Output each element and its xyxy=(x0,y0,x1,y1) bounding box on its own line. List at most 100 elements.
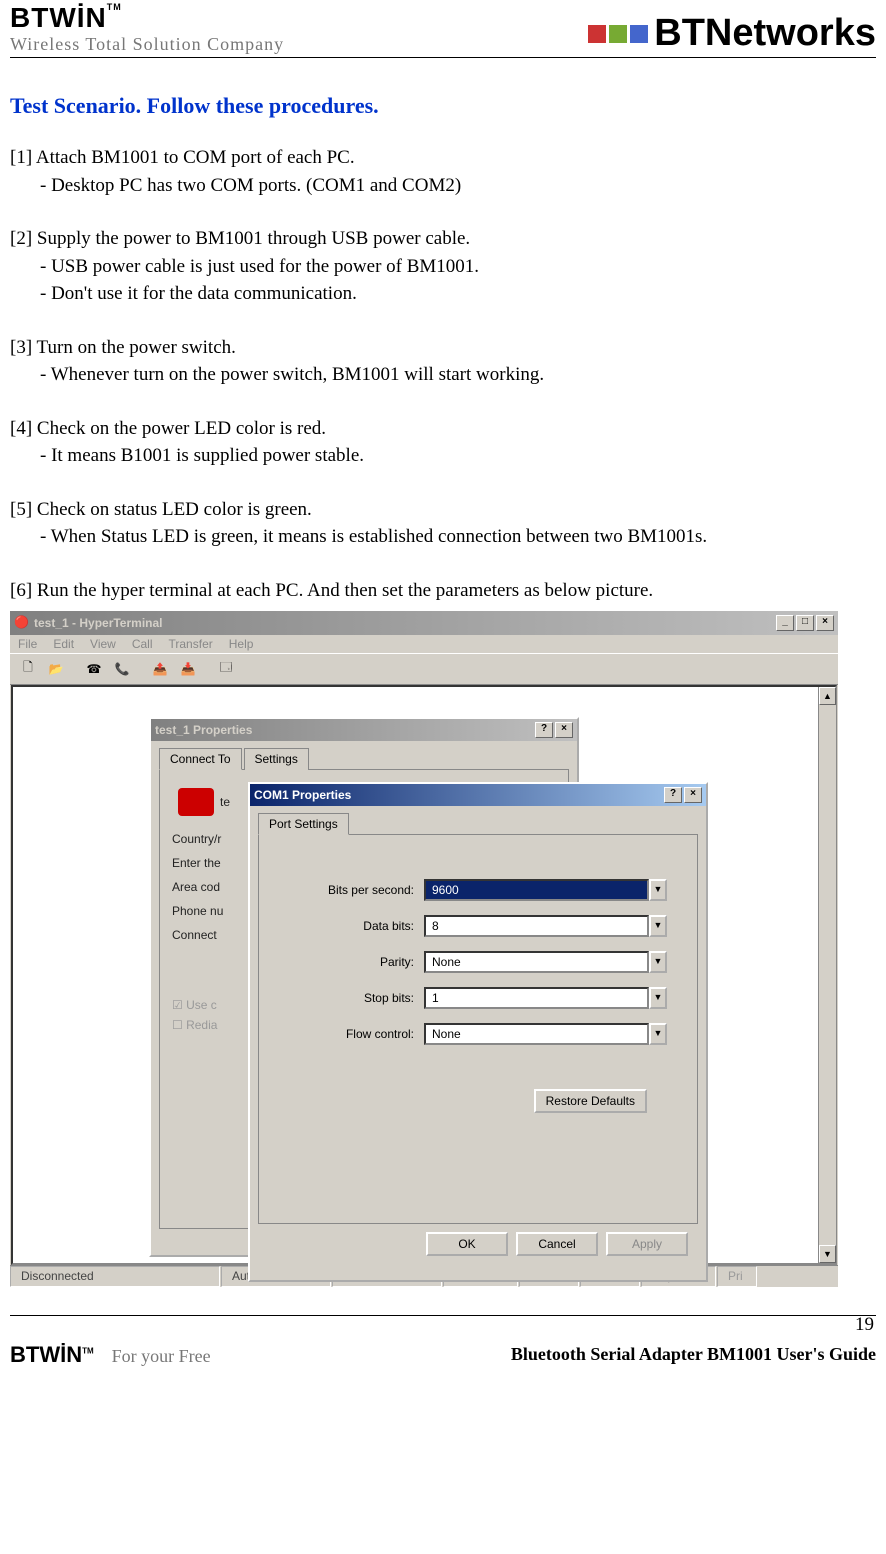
toolbar-hangup-icon[interactable]: 📞 xyxy=(110,658,134,680)
toolbar-new-icon[interactable]: 🗋 xyxy=(16,658,40,680)
menu-edit[interactable]: Edit xyxy=(53,637,74,651)
scroll-down-icon[interactable]: ▼ xyxy=(819,1245,836,1263)
vertical-scrollbar[interactable]: ▲ ▼ xyxy=(818,687,836,1263)
square-red-icon xyxy=(588,25,606,43)
ht-toolbar: 🗋 📂 ☎ 📞 📤 📥 🗔 xyxy=(10,653,838,685)
page-number: 19 xyxy=(10,1314,876,1336)
phone-icon xyxy=(178,788,214,816)
step-2-text: [2] Supply the power to BM1001 through U… xyxy=(10,228,470,249)
com-button-row: OK Cancel Apply xyxy=(258,1224,698,1264)
menu-view[interactable]: View xyxy=(90,637,116,651)
dropdown-stopbits[interactable]: 1 ▼ xyxy=(424,987,667,1009)
props-stub-name: te xyxy=(220,795,230,809)
value-bps: 9600 xyxy=(424,879,649,901)
step-6-text: [6] Run the hyper terminal at each PC. A… xyxy=(10,580,653,601)
step-6: [6] Run the hyper terminal at each PC. A… xyxy=(10,577,876,605)
maximize-button[interactable]: □ xyxy=(796,615,814,631)
status-print: Pri xyxy=(717,1266,757,1287)
chevron-down-icon[interactable]: ▼ xyxy=(649,951,667,973)
ht-titlebar[interactable]: 🔴 test_1 - HyperTerminal _ □ × xyxy=(10,611,838,635)
label-databits: Data bits: xyxy=(289,919,424,933)
step-4: [4] Check on the power LED color is red.… xyxy=(10,415,876,470)
menu-call[interactable]: Call xyxy=(132,637,153,651)
toolbar-open-icon[interactable]: 📂 xyxy=(44,658,68,680)
toolbar-call-icon[interactable]: ☎ xyxy=(82,658,106,680)
label-bps: Bits per second: xyxy=(289,883,424,897)
menu-transfer[interactable]: Transfer xyxy=(169,637,213,651)
com-title: COM1 Properties xyxy=(254,788,664,802)
square-green-icon xyxy=(609,25,627,43)
step-2: [2] Supply the power to BM1001 through U… xyxy=(10,225,876,308)
btwin-logo: BTWİNTM Wireless Total Solution Company xyxy=(10,2,284,55)
props-title: test_1 Properties xyxy=(155,723,535,737)
footer-btwin-logo: BTWİNTM xyxy=(10,1342,94,1368)
step-4-text: [4] Check on the power LED color is red. xyxy=(10,418,326,439)
row-parity: Parity: None ▼ xyxy=(289,951,667,973)
tab-connect-to[interactable]: Connect To xyxy=(159,748,242,770)
menu-file[interactable]: File xyxy=(18,637,37,651)
row-stop-bits: Stop bits: 1 ▼ xyxy=(289,987,667,1009)
com-help-button[interactable]: ? xyxy=(664,787,682,803)
dropdown-bps[interactable]: 9600 ▼ xyxy=(424,879,667,901)
step-2-sub-a: - USB power cable is just used for the p… xyxy=(10,253,876,281)
ht-title: test_1 - HyperTerminal xyxy=(34,616,776,630)
tab-port-settings[interactable]: Port Settings xyxy=(258,813,349,835)
props-help-button[interactable]: ? xyxy=(535,722,553,738)
tab-settings[interactable]: Settings xyxy=(244,748,309,770)
ht-menubar: File Edit View Call Transfer Help xyxy=(10,635,838,653)
chevron-down-icon[interactable]: ▼ xyxy=(649,915,667,937)
dropdown-flow[interactable]: None ▼ xyxy=(424,1023,667,1045)
chevron-down-icon[interactable]: ▼ xyxy=(649,987,667,1009)
step-5-text: [5] Check on status LED color is green. xyxy=(10,499,312,520)
label-stopbits: Stop bits: xyxy=(289,991,424,1005)
page-footer: BTWİNTM For your Free Bluetooth Serial A… xyxy=(10,1342,876,1368)
btwin-wordmark: BTWİNTM xyxy=(10,2,122,34)
btnetworks-wordmark: BTNetworks xyxy=(654,12,876,55)
step-1: [1] Attach BM1001 to COM port of each PC… xyxy=(10,144,876,199)
status-connected: Disconnected xyxy=(10,1266,220,1287)
ht-window-controls: _ □ × xyxy=(776,615,834,631)
toolbar-properties-icon[interactable]: 🗔 xyxy=(214,658,238,680)
close-button[interactable]: × xyxy=(816,615,834,631)
step-2-sub-b: - Don't use it for the data communicatio… xyxy=(10,280,876,308)
ht-app-icon: 🔴 xyxy=(14,615,30,631)
footer-guide-title: Bluetooth Serial Adapter BM1001 User's G… xyxy=(511,1344,876,1365)
header-tagline: Wireless Total Solution Company xyxy=(10,34,284,55)
scroll-up-icon[interactable]: ▲ xyxy=(819,687,836,705)
apply-button[interactable]: Apply xyxy=(606,1232,688,1256)
page-header: BTWİNTM Wireless Total Solution Company … xyxy=(10,2,876,58)
com1-properties-dialog: COM1 Properties ? × Port Settings Bits p… xyxy=(248,782,708,1282)
cancel-button[interactable]: Cancel xyxy=(516,1232,598,1256)
label-flow: Flow control: xyxy=(289,1027,424,1041)
com-titlebar[interactable]: COM1 Properties ? × xyxy=(250,784,706,806)
minimize-button[interactable]: _ xyxy=(776,615,794,631)
dropdown-parity[interactable]: None ▼ xyxy=(424,951,667,973)
toolbar-receive-icon[interactable]: 📥 xyxy=(176,658,200,680)
com-close-button[interactable]: × xyxy=(684,787,702,803)
label-parity: Parity: xyxy=(289,955,424,969)
props-titlebar[interactable]: test_1 Properties ? × xyxy=(151,719,577,741)
footer-tagline: For your Free xyxy=(112,1346,211,1367)
value-stopbits: 1 xyxy=(424,987,649,1009)
row-bits-per-second: Bits per second: 9600 ▼ xyxy=(289,879,667,901)
step-1-text: [1] Attach BM1001 to COM port of each PC… xyxy=(10,147,355,168)
hyperterminal-window: 🔴 test_1 - HyperTerminal _ □ × File Edit… xyxy=(10,611,838,1287)
restore-defaults-button[interactable]: Restore Defaults xyxy=(534,1089,647,1113)
dropdown-databits[interactable]: 8 ▼ xyxy=(424,915,667,937)
step-5: [5] Check on status LED color is green. … xyxy=(10,496,876,551)
step-3-text: [3] Turn on the power switch. xyxy=(10,337,236,358)
props-close-button[interactable]: × xyxy=(555,722,573,738)
value-databits: 8 xyxy=(424,915,649,937)
value-parity: None xyxy=(424,951,649,973)
step-4-sub: - It means B1001 is supplied power stabl… xyxy=(10,442,876,470)
step-5-sub: - When Status LED is green, it means is … xyxy=(10,523,876,551)
step-3: [3] Turn on the power switch. - Whenever… xyxy=(10,334,876,389)
chevron-down-icon[interactable]: ▼ xyxy=(649,879,667,901)
logo-squares xyxy=(588,25,648,43)
step-3-sub: - Whenever turn on the power switch, BM1… xyxy=(10,361,876,389)
row-flow-control: Flow control: None ▼ xyxy=(289,1023,667,1045)
menu-help[interactable]: Help xyxy=(229,637,254,651)
chevron-down-icon[interactable]: ▼ xyxy=(649,1023,667,1045)
ok-button[interactable]: OK xyxy=(426,1232,508,1256)
toolbar-send-icon[interactable]: 📤 xyxy=(148,658,172,680)
